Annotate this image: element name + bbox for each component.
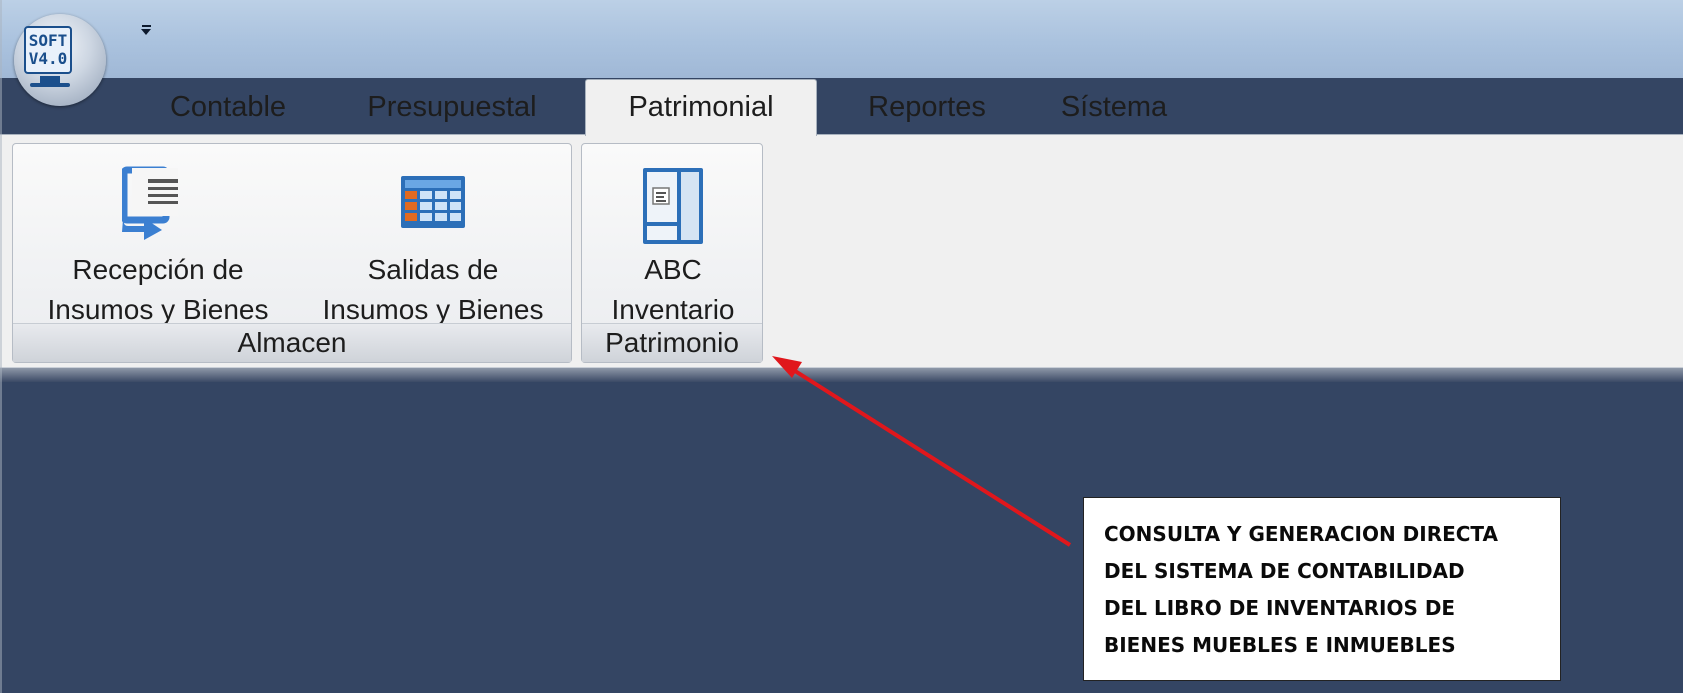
app-logo-icon: SOFT V4.0 (24, 26, 72, 74)
monitor-stand (40, 76, 60, 83)
group-label-patrimonio: Patrimonio (582, 323, 762, 362)
logo-text-line1: SOFT (28, 31, 68, 50)
ribbon-tab-strip: Contable Presupuestal Patrimonial Report… (0, 78, 1683, 136)
monitor-base (30, 83, 70, 87)
table-grid-icon (397, 166, 469, 240)
logo-text-line2: V4.0 (28, 49, 68, 68)
callout-line-2: DEL SISTEMA DE CONTABILIDAD (1104, 559, 1465, 583)
ribbon-panel: Recepción de Insumos y Bienes Salidas de… (0, 134, 1683, 368)
inventory-panel-icon (637, 166, 709, 244)
receive-document-icon (120, 166, 194, 240)
tab-sistema[interactable]: Sístema (1040, 80, 1188, 134)
recepcion-insumos-label: Recepción de Insumos y Bienes (47, 254, 269, 325)
callout-line-1: CONSULTA Y GENERACION DIRECTA (1104, 522, 1499, 546)
tab-reportes[interactable]: Reportes (838, 80, 1016, 134)
quick-access-dropdown-icon[interactable] (138, 22, 154, 42)
annotation-callout-box: CONSULTA Y GENERACION DIRECTA DEL SISTEM… (1083, 497, 1561, 681)
group-label-almacen: Almacen (13, 323, 571, 362)
application-menu-button[interactable]: SOFT V4.0 (14, 14, 106, 106)
callout-line-4: BIENES MUEBLES E INMUEBLES (1104, 633, 1456, 657)
salidas-insumos-label: Salidas de Insumos y Bienes (322, 254, 544, 325)
tab-patrimonial[interactable]: Patrimonial (585, 79, 817, 136)
title-bar (0, 0, 1683, 78)
callout-line-3: DEL LIBRO DE INVENTARIOS DE (1104, 596, 1456, 620)
ribbon-bottom-shadow (0, 368, 1683, 382)
salidas-insumos-button[interactable]: Salidas de Insumos y Bienes (308, 154, 558, 325)
tab-contable[interactable]: Contable (148, 80, 308, 134)
recepcion-insumos-button[interactable]: Recepción de Insumos y Bienes (33, 154, 283, 325)
window-left-edge (0, 0, 2, 693)
abc-inventario-label: ABC Inventario (611, 254, 735, 325)
ribbon-group-almacen: Recepción de Insumos y Bienes Salidas de… (12, 143, 572, 363)
abc-inventario-button[interactable]: ABC Inventario (602, 154, 744, 325)
tab-presupuestal[interactable]: Presupuestal (346, 80, 558, 134)
ribbon-group-patrimonio: ABC Inventario Patrimonio (581, 143, 763, 363)
